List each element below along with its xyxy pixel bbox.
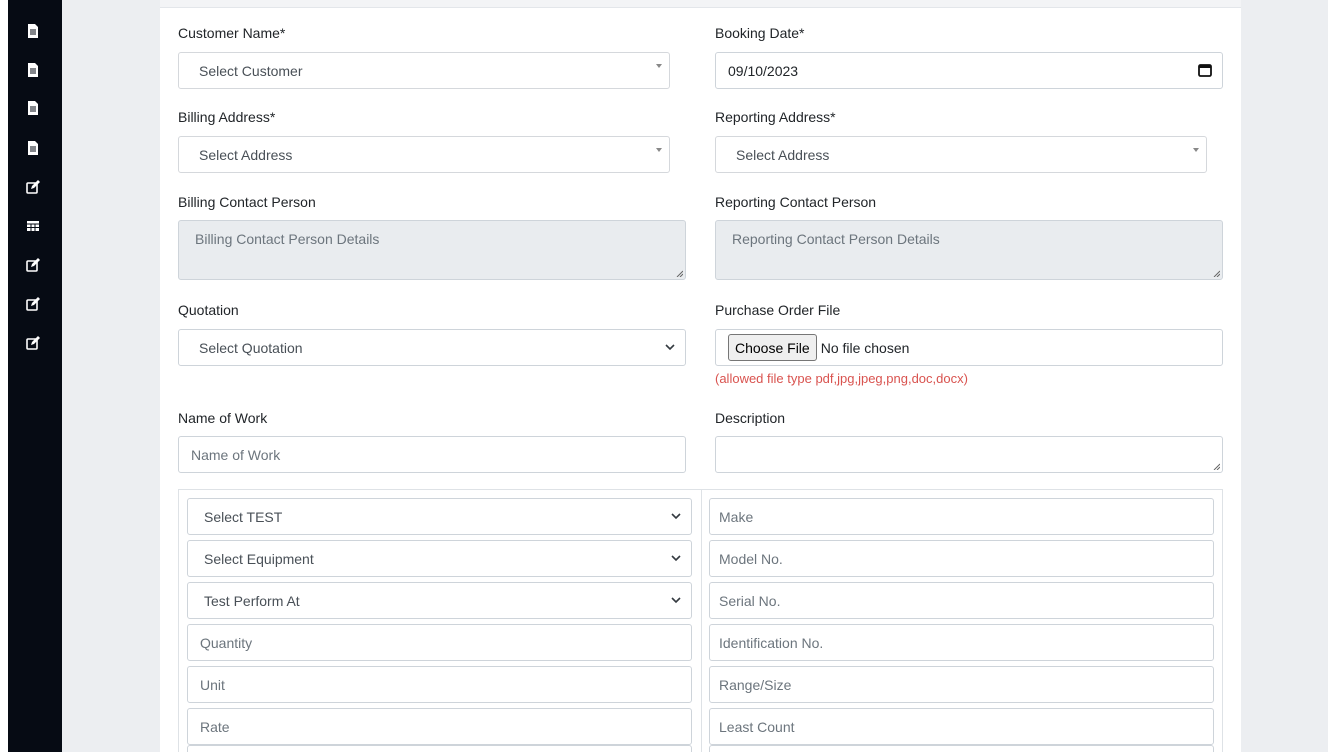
page-background-left bbox=[62, 0, 160, 752]
file-icon[interactable] bbox=[26, 141, 40, 155]
booking-date-label: Booking Date* bbox=[715, 25, 805, 41]
make-input[interactable]: Make bbox=[709, 498, 1214, 535]
chevron-down-icon bbox=[671, 554, 681, 562]
edit-icon[interactable] bbox=[26, 297, 40, 311]
reporting-address-select[interactable]: Select Address bbox=[715, 136, 1207, 173]
customer-name-label: Customer Name* bbox=[178, 25, 286, 41]
equipment-select-value: Select Equipment bbox=[204, 550, 314, 567]
range-size-input[interactable]: Range/Size bbox=[709, 666, 1214, 703]
booking-date-value: 09/10/2023 bbox=[728, 62, 799, 79]
sidebar bbox=[0, 0, 62, 752]
chevron-down-icon bbox=[671, 512, 681, 520]
booking-date-input[interactable]: 09/10/2023 bbox=[715, 52, 1223, 89]
resize-handle-icon[interactable] bbox=[1213, 270, 1220, 277]
card-header-edge bbox=[160, 0, 1241, 8]
billing-address-label: Billing Address* bbox=[178, 109, 276, 125]
equipment-select[interactable]: Select Equipment bbox=[187, 540, 692, 577]
least-count-input[interactable]: Least Count bbox=[709, 708, 1214, 745]
edit-icon[interactable] bbox=[26, 180, 40, 194]
next-row-input[interactable] bbox=[709, 745, 1214, 752]
dropdown-arrow-icon bbox=[656, 148, 662, 152]
identification-no-input[interactable]: Identification No. bbox=[709, 624, 1214, 661]
serial-no-placeholder: Serial No. bbox=[719, 592, 781, 609]
calendar-icon[interactable] bbox=[1198, 63, 1212, 77]
resize-handle-icon[interactable] bbox=[676, 270, 683, 277]
range-size-placeholder: Range/Size bbox=[719, 676, 792, 693]
item-table-divider bbox=[701, 490, 702, 752]
billing-address-select[interactable]: Select Address bbox=[178, 136, 670, 173]
next-row-input[interactable] bbox=[187, 745, 692, 752]
unit-placeholder: Unit bbox=[200, 676, 225, 693]
billing-contact-placeholder: Billing Contact Person Details bbox=[195, 231, 380, 247]
rate-placeholder: Rate bbox=[200, 718, 230, 735]
name-of-work-input[interactable]: Name of Work bbox=[178, 436, 686, 473]
reporting-address-value: Select Address bbox=[736, 146, 830, 163]
reporting-address-label: Reporting Address* bbox=[715, 109, 836, 125]
quotation-select-value: Select Quotation bbox=[199, 339, 303, 356]
page-background-right bbox=[1241, 0, 1328, 752]
purchase-order-label: Purchase Order File bbox=[715, 302, 841, 318]
make-placeholder: Make bbox=[719, 508, 754, 525]
table-icon[interactable] bbox=[26, 219, 40, 233]
customer-select[interactable]: Select Customer bbox=[178, 52, 670, 89]
sidebar-edge bbox=[0, 0, 8, 752]
rate-input[interactable]: Rate bbox=[187, 708, 692, 745]
description-label: Description bbox=[715, 410, 786, 426]
description-textarea[interactable] bbox=[715, 436, 1223, 473]
reporting-contact-label: Reporting Contact Person bbox=[715, 194, 877, 210]
quotation-select[interactable]: Select Quotation bbox=[178, 329, 686, 366]
perform-at-select-value: Test Perform At bbox=[204, 592, 300, 609]
model-no-input[interactable]: Model No. bbox=[709, 540, 1214, 577]
name-of-work-placeholder: Name of Work bbox=[191, 446, 281, 463]
chevron-down-icon bbox=[665, 343, 675, 351]
purchase-order-file-input[interactable]: Choose File No file chosen bbox=[715, 329, 1223, 366]
file-icon[interactable] bbox=[26, 101, 40, 115]
quantity-input[interactable]: Quantity bbox=[187, 624, 692, 661]
chevron-down-icon bbox=[671, 596, 681, 604]
model-no-placeholder: Model No. bbox=[719, 550, 783, 567]
file-icon[interactable] bbox=[26, 24, 40, 38]
file-type-hint: (allowed file type pdf,jpg,jpeg,png,doc,… bbox=[715, 371, 968, 386]
billing-contact-textarea[interactable]: Billing Contact Person Details bbox=[178, 220, 686, 280]
edit-icon[interactable] bbox=[26, 336, 40, 350]
name-of-work-label: Name of Work bbox=[178, 410, 268, 426]
unit-input[interactable]: Unit bbox=[187, 666, 692, 703]
dropdown-arrow-icon bbox=[656, 64, 662, 68]
file-icon[interactable] bbox=[26, 63, 40, 77]
reporting-contact-textarea[interactable]: Reporting Contact Person Details bbox=[715, 220, 1223, 280]
dropdown-arrow-icon bbox=[1193, 148, 1199, 152]
reporting-contact-placeholder: Reporting Contact Person Details bbox=[732, 231, 940, 247]
quotation-label: Quotation bbox=[178, 302, 239, 318]
file-status: No file chosen bbox=[820, 339, 910, 356]
resize-handle-icon[interactable] bbox=[1213, 463, 1220, 470]
customer-select-value: Select Customer bbox=[199, 62, 303, 79]
choose-file-button[interactable]: Choose File bbox=[728, 334, 817, 361]
test-select[interactable]: Select TEST bbox=[187, 498, 692, 535]
identification-no-placeholder: Identification No. bbox=[719, 634, 824, 651]
quantity-placeholder: Quantity bbox=[200, 634, 253, 651]
billing-contact-label: Billing Contact Person bbox=[178, 194, 316, 210]
edit-icon[interactable] bbox=[26, 258, 40, 272]
billing-address-value: Select Address bbox=[199, 146, 293, 163]
test-select-value: Select TEST bbox=[204, 508, 283, 525]
least-count-placeholder: Least Count bbox=[719, 718, 795, 735]
serial-no-input[interactable]: Serial No. bbox=[709, 582, 1214, 619]
perform-at-select[interactable]: Test Perform At bbox=[187, 582, 692, 619]
